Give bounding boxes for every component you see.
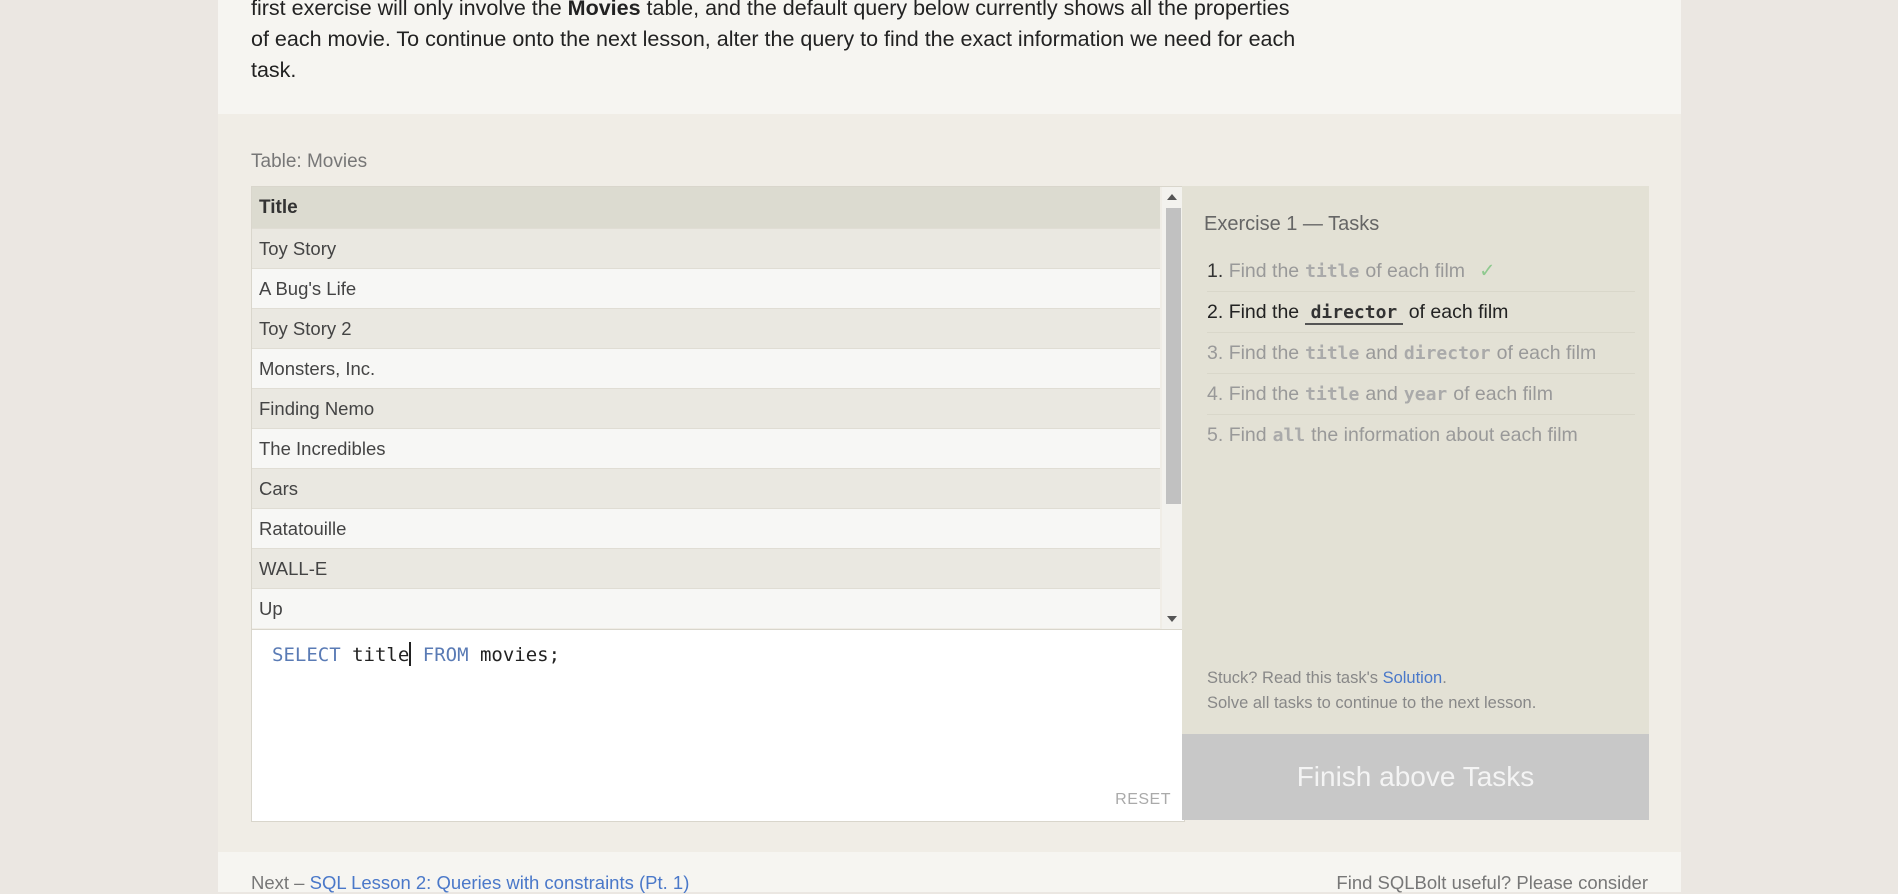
table-row: Finding Nemo	[252, 388, 1160, 428]
task-text: of each film	[1453, 383, 1553, 405]
task-text: of each film	[1365, 260, 1466, 282]
table-row: Toy Story 2	[252, 308, 1160, 348]
scroll-up-arrow-icon[interactable]	[1167, 194, 1177, 200]
stuck-help: Stuck? Read this task's Solution. Solve …	[1207, 666, 1536, 716]
table-row: Up	[252, 588, 1160, 628]
task-number: 3.	[1207, 342, 1224, 364]
task-code: title	[1305, 384, 1360, 405]
finish-tasks-button[interactable]: Finish above Tasks	[1182, 734, 1649, 820]
intro-text: first exercise will only involve the Mov…	[251, 0, 1311, 86]
table-row: Cars	[252, 468, 1160, 508]
task-item-3: 3. Find the title and director of each film	[1207, 333, 1635, 374]
task-text: Find the	[1228, 260, 1300, 282]
task-item-5: 5. Find all the information about each fil…	[1207, 415, 1635, 455]
movies-table[interactable]: Title Toy Story A Bug's Life Toy Story 2…	[251, 186, 1185, 629]
next-lesson: Next – SQL Lesson 2: Queries with constr…	[251, 872, 689, 894]
task-item-1: 1. Find the title of each film ✓	[1207, 251, 1635, 292]
solve-all-text: Solve all tasks to continue to the next …	[1207, 694, 1537, 712]
keyword-select: SELECT	[272, 644, 341, 666]
task-text: of each film	[1408, 301, 1509, 323]
keyword-from: FROM	[422, 644, 469, 666]
table-row: Ratatouille	[252, 508, 1160, 548]
task-text: and	[1365, 383, 1398, 405]
scroll-thumb[interactable]	[1166, 208, 1181, 504]
task-text: Find the	[1228, 301, 1300, 323]
table-scrollbar[interactable]	[1162, 187, 1184, 629]
checkmark-icon: ✓	[1479, 260, 1496, 282]
table-row: Monsters, Inc.	[252, 348, 1160, 388]
task-number: 1.	[1207, 260, 1224, 282]
task-text: Find the	[1228, 342, 1300, 364]
stuck-text-end: .	[1442, 669, 1447, 687]
reset-button[interactable]: RESET	[1115, 791, 1171, 809]
table-row: Toy Story	[252, 228, 1160, 268]
next-lesson-link[interactable]: SQL Lesson 2: Queries with constraints (…	[310, 872, 690, 893]
sql-query-text[interactable]: SELECT title FROM movies;	[272, 642, 560, 666]
solution-link[interactable]: Solution	[1383, 669, 1443, 687]
support-text: Find SQLBolt useful? Please consider	[1336, 872, 1648, 893]
stuck-text: Stuck? Read this task's	[1207, 669, 1383, 687]
table-header-title: Title	[252, 187, 1160, 228]
task-code: director	[1304, 302, 1404, 325]
task-code: director	[1403, 343, 1491, 364]
task-code: all	[1272, 425, 1306, 446]
intro-section: first exercise will only involve the Mov…	[218, 0, 1681, 114]
intro-text-bold: Movies	[567, 0, 641, 20]
table-row: A Bug's Life	[252, 268, 1160, 308]
task-number: 2.	[1207, 301, 1224, 323]
table-row: The Incredibles	[252, 428, 1160, 468]
task-text: and	[1365, 342, 1398, 364]
task-number: 5.	[1207, 424, 1224, 446]
task-item-2: 2. Find the director of each film	[1207, 292, 1635, 333]
task-item-4: 4. Find the title and year of each film	[1207, 374, 1635, 415]
text-caret	[409, 642, 412, 666]
task-text: the information about each film	[1311, 424, 1578, 446]
table-row: WALL-E	[252, 548, 1160, 588]
sql-editor[interactable]: SELECT title FROM movies; RESET	[251, 629, 1185, 822]
task-code: year	[1403, 384, 1448, 405]
tasks-panel: Exercise 1 — Tasks 1. Find the title of ea…	[1182, 186, 1649, 820]
task-number: 4.	[1207, 383, 1224, 405]
footer: Next – SQL Lesson 2: Queries with constr…	[218, 852, 1681, 894]
task-text: Find the	[1228, 383, 1300, 405]
scroll-down-arrow-icon[interactable]	[1167, 616, 1177, 622]
task-code: title	[1305, 261, 1360, 282]
query-table: movies;	[479, 644, 561, 666]
next-prefix: Next –	[251, 872, 310, 893]
lesson-page: first exercise will only involve the Mov…	[218, 0, 1681, 894]
tasks-title: Exercise 1 — Tasks	[1204, 213, 1380, 235]
table-label: Table: Movies	[251, 151, 368, 172]
task-text: Find	[1228, 424, 1267, 446]
intro-text-pre: first exercise will only involve the	[251, 0, 568, 20]
task-text: of each film	[1496, 342, 1597, 364]
query-column: title	[352, 644, 410, 666]
task-code: title	[1305, 343, 1360, 364]
